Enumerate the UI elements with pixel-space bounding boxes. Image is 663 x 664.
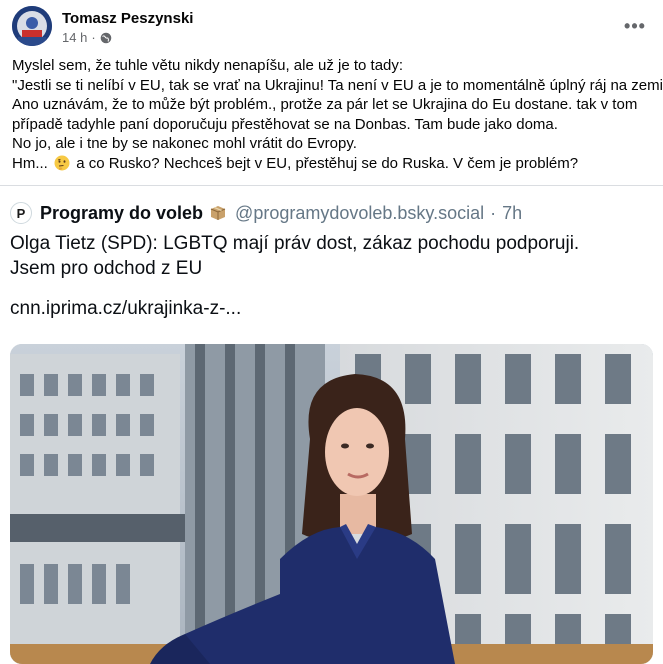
shared-photo[interactable] bbox=[10, 344, 653, 664]
shared-time: 7h bbox=[502, 202, 523, 223]
shared-link[interactable]: cnn.iprima.cz/ukrajinka-z-... bbox=[10, 298, 241, 320]
thinking-face-emoji bbox=[54, 155, 70, 171]
post-header: Tomasz Peszynski 14 h · ••• bbox=[12, 6, 651, 48]
author-name[interactable]: Tomasz Peszynski bbox=[62, 10, 193, 27]
shared-text-line: Olga Tietz (SPD): LGBTQ mají práv dost, … bbox=[10, 233, 580, 254]
shared-handle: @programydovoleb.bsky.social bbox=[235, 202, 485, 223]
post-meta: 14 h · bbox=[62, 30, 112, 45]
post-line-start: Hm... bbox=[12, 154, 48, 172]
post-time[interactable]: 14 h bbox=[62, 30, 87, 45]
shared-post-card[interactable]: P Programy do voleb @programydovoleb.bsk… bbox=[0, 185, 663, 664]
shared-post-header: P Programy do voleb @programydovoleb.bsk… bbox=[10, 202, 522, 224]
shared-dot: · bbox=[490, 202, 497, 223]
globe-icon bbox=[100, 32, 112, 44]
post-line: Myslel sem, že tuhle větu nikdy nenapíšu… bbox=[12, 57, 404, 74]
meta-separator: · bbox=[91, 30, 96, 45]
shared-text: Olga Tietz (SPD): LGBTQ mají práv dost, … bbox=[10, 231, 579, 281]
post-line: Ano uznávám, že to může být problém., pr… bbox=[12, 96, 638, 113]
post-line: "Jestli se ti nelíbí v EU, tak se vrať n… bbox=[12, 76, 663, 94]
shared-text-line: Jsem pro odchod z EU bbox=[10, 258, 203, 279]
shared-post-inner: P Programy do voleb @programydovoleb.bsk… bbox=[0, 185, 663, 664]
post-line-end: a co Rusko? Nechceš bejt v EU, přestěhuj… bbox=[76, 154, 579, 172]
shared-display-name: Programy do voleb bbox=[40, 202, 204, 223]
post-line: No jo, ale i tne by se nakonec mohl vrát… bbox=[12, 135, 357, 152]
programy-logo: P bbox=[10, 202, 32, 224]
post-line: případě tadyhle paní doporučuju přestěho… bbox=[12, 115, 558, 133]
more-options-icon[interactable]: ••• bbox=[619, 12, 651, 40]
package-box-icon bbox=[209, 204, 227, 222]
post-line-last: Hm... a co Rusko? Nechceš bejt v EU, pře… bbox=[12, 154, 653, 174]
post-text: Myslel sem, že tuhle větu nikdy nenapíšu… bbox=[12, 56, 663, 174]
author-avatar[interactable] bbox=[12, 6, 52, 46]
